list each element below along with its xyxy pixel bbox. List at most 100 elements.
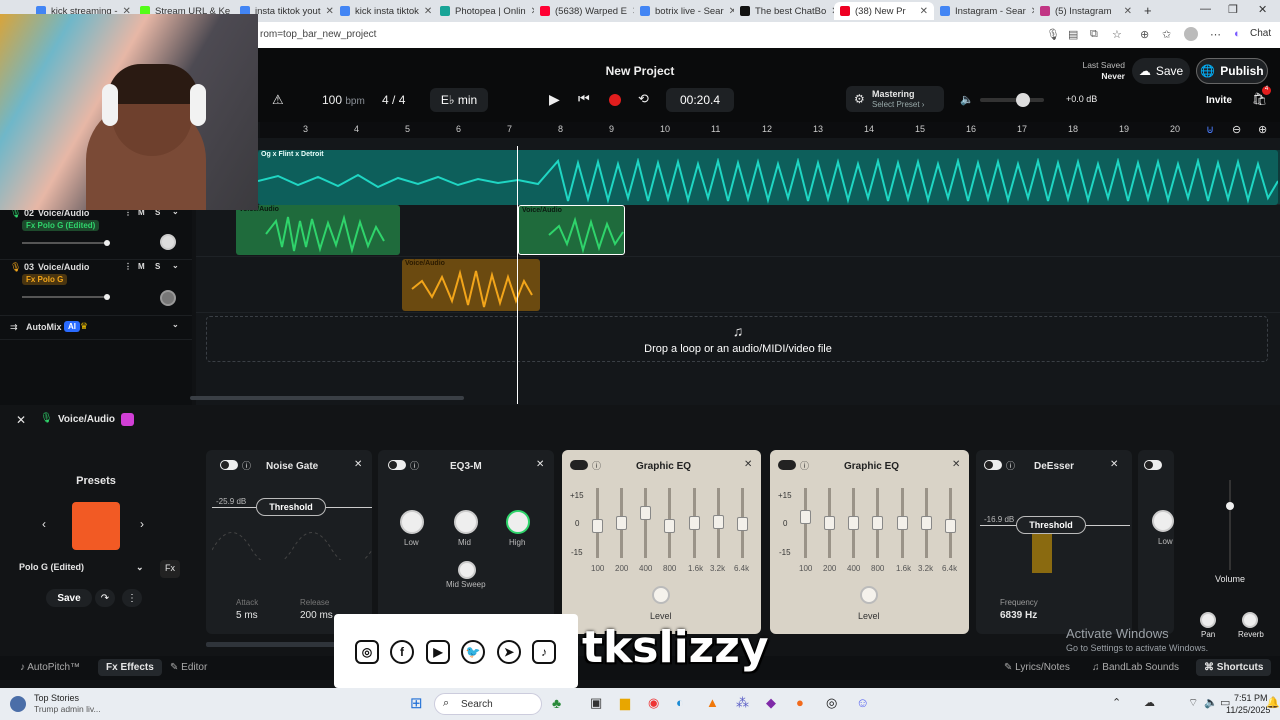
browser-tab[interactable]: (5) Instagram ✕ — [1034, 2, 1138, 20]
tab-effects[interactable]: Fx Effects — [98, 659, 162, 676]
info-icon[interactable]: ⓘ — [800, 459, 809, 472]
eq3m-toggle[interactable] — [388, 460, 406, 470]
drop-zone[interactable]: ♫ Drop a loop or an audio/MIDI/video fil… — [206, 316, 1268, 362]
start-icon[interactable]: ⊞ — [410, 694, 423, 712]
firefox-icon[interactable]: ● — [796, 695, 804, 710]
attack-value[interactable]: 5 ms — [236, 610, 258, 621]
copilot-icon[interactable]: ◐ — [1234, 28, 1241, 40]
eq-band-fader[interactable] — [640, 505, 651, 520]
tab-bandlab-sounds[interactable]: ♫ BandLab Sounds — [1092, 662, 1179, 673]
new-tab-icon[interactable]: + — [1144, 3, 1152, 18]
invite-button[interactable]: Invite — [1198, 88, 1240, 112]
teams-icon[interactable]: ⁂ — [736, 695, 749, 711]
deesser-threshold-button[interactable]: Threshold — [1016, 516, 1086, 534]
close-icon[interactable]: ✕ — [1124, 6, 1132, 17]
mute-button[interactable]: M — [138, 262, 145, 271]
timeline-ruler[interactable]: 3 4 5 6 7 8 9 10 11 12 13 14 15 16 17 18… — [260, 122, 1280, 138]
profile-avatar[interactable] — [1184, 27, 1198, 41]
open-app-icon[interactable]: ⧉ — [1090, 28, 1098, 41]
fx-bypass-icon[interactable]: Fx — [160, 560, 180, 578]
app-icon[interactable]: ▲ — [706, 695, 719, 710]
reverb-knob[interactable] — [1242, 612, 1258, 628]
record-icon[interactable] — [609, 94, 621, 106]
chevron-up-icon[interactable]: ⌃ — [1112, 696, 1121, 709]
close-icon[interactable]: ✕ — [424, 6, 432, 17]
file-explorer-icon[interactable]: ▆ — [620, 695, 630, 711]
eq-band-fader[interactable] — [737, 516, 748, 531]
url-field[interactable]: rom=top_bar_new_project — [260, 29, 376, 40]
automix-row[interactable]: ⇉ AutoMix AI ♛ ⌄ — [0, 316, 192, 340]
play-icon[interactable]: ▶ — [549, 91, 560, 108]
eq-band-fader[interactable] — [897, 516, 908, 530]
track-volume-thumb[interactable] — [104, 294, 110, 300]
close-icon[interactable]: ✕ — [536, 459, 544, 470]
master-volume-thumb[interactable] — [1016, 93, 1030, 107]
news-title[interactable]: Top Stories — [34, 693, 79, 703]
wifi-icon[interactable]: ⌔ — [1188, 696, 1198, 710]
volume-fader-thumb[interactable] — [1226, 502, 1234, 510]
low-knob[interactable] — [400, 510, 424, 534]
browser-tab[interactable]: (5638) Warped E✕ — [534, 2, 634, 20]
track-pan-knob[interactable] — [160, 234, 176, 250]
time-signature[interactable]: 4 / 4 — [382, 93, 405, 107]
tab-editor[interactable]: ✎ Editor — [170, 662, 207, 673]
metronome-icon[interactable]: ⚠ — [272, 92, 284, 108]
edge-icon[interactable]: ◐ — [676, 695, 684, 710]
master-volume-slider[interactable] — [980, 93, 1044, 107]
eq-band-fader[interactable] — [824, 516, 835, 530]
close-icon[interactable]: ✕ — [744, 459, 752, 470]
chrome-icon[interactable]: ◉ — [648, 695, 659, 711]
speaker-icon[interactable]: 🔈 — [960, 93, 974, 106]
track-header[interactable]: 🎙 02 Voice/Audio ⋮ M S ⌄ Fx Polo G (Edit… — [0, 206, 192, 260]
tempo-control[interactable]: 100 bpm — [322, 93, 365, 107]
eq-band-fader[interactable] — [689, 516, 700, 530]
eq-band-fader[interactable] — [616, 516, 627, 530]
chevron-right-icon[interactable]: › — [140, 517, 144, 531]
save-button[interactable]: ☁ Save — [1132, 58, 1190, 84]
release-value[interactable]: 200 ms — [300, 610, 333, 621]
close-icon[interactable]: ✕ — [920, 6, 928, 17]
zoom-in-icon[interactable]: ⊕ — [1258, 123, 1267, 136]
mid-sweep-knob[interactable] — [458, 561, 476, 579]
browser-tab[interactable]: kick insta tiktok ✕ — [334, 2, 434, 20]
loop-icon[interactable]: ⟲ — [638, 91, 649, 107]
discord-icon[interactable]: ☺ — [856, 695, 869, 710]
minimize-icon[interactable]: — — [1200, 3, 1211, 15]
install-icon[interactable]: ▤ — [1068, 28, 1078, 41]
info-icon[interactable]: ⓘ — [1006, 459, 1015, 472]
obs-icon[interactable]: ◎ — [826, 695, 837, 711]
eq-band-fader[interactable] — [872, 516, 883, 530]
share-icon[interactable]: ↷ — [95, 589, 115, 607]
browser-tab[interactable]: The best ChatBo✕ — [734, 2, 834, 20]
key-selector[interactable]: E♭ min — [430, 88, 488, 112]
chevron-down-icon[interactable]: ⌄ — [172, 261, 179, 270]
close-icon[interactable]: ✕ — [1110, 459, 1118, 470]
audio-clip[interactable]: Og x Flint x Detroit — [258, 150, 1278, 205]
dice-icon[interactable] — [121, 413, 134, 426]
info-icon[interactable]: ⓘ — [410, 459, 419, 472]
more-icon[interactable]: ⋮ — [124, 262, 132, 271]
chevron-left-icon[interactable]: ‹ — [42, 517, 46, 531]
solo-button[interactable]: S — [155, 262, 160, 271]
bookmark-star-icon[interactable]: ☆ — [1112, 28, 1122, 41]
audio-clip[interactable]: Voice/Audio — [402, 259, 540, 311]
window-close-icon[interactable]: ✕ — [1258, 3, 1267, 16]
track-volume-slider[interactable] — [22, 294, 110, 300]
preset-save-button[interactable]: Save — [46, 589, 92, 607]
low-knob[interactable] — [1152, 510, 1174, 532]
zoom-out-icon[interactable]: ⊖ — [1232, 123, 1241, 136]
track-header[interactable]: 🎙 03 Voice/Audio ⋮ M S ⌄ Fx Polo G — [0, 260, 192, 316]
browser-tab[interactable]: botrix live - Sear ✕ — [634, 2, 734, 20]
track-volume-fader[interactable] — [1226, 480, 1234, 570]
eq-band-fader[interactable] — [713, 515, 724, 530]
mic-icon[interactable]: 🎙 — [1046, 28, 1060, 41]
volume-icon[interactable]: 🔈 — [1204, 696, 1218, 709]
preset-dropdown[interactable]: Polo G (Edited) ⌄ — [10, 562, 152, 578]
snap-icon[interactable]: ⊍ — [1206, 123, 1214, 136]
graphic-eq-toggle[interactable] — [570, 460, 588, 470]
close-icon[interactable]: ✕ — [16, 413, 26, 427]
playhead[interactable] — [517, 146, 518, 404]
track-volume-slider[interactable] — [22, 240, 110, 246]
tab-shortcuts[interactable]: ⌘ Shortcuts — [1196, 659, 1272, 676]
browser-tab[interactable]: Photopea | Onlin✕ — [434, 2, 534, 20]
